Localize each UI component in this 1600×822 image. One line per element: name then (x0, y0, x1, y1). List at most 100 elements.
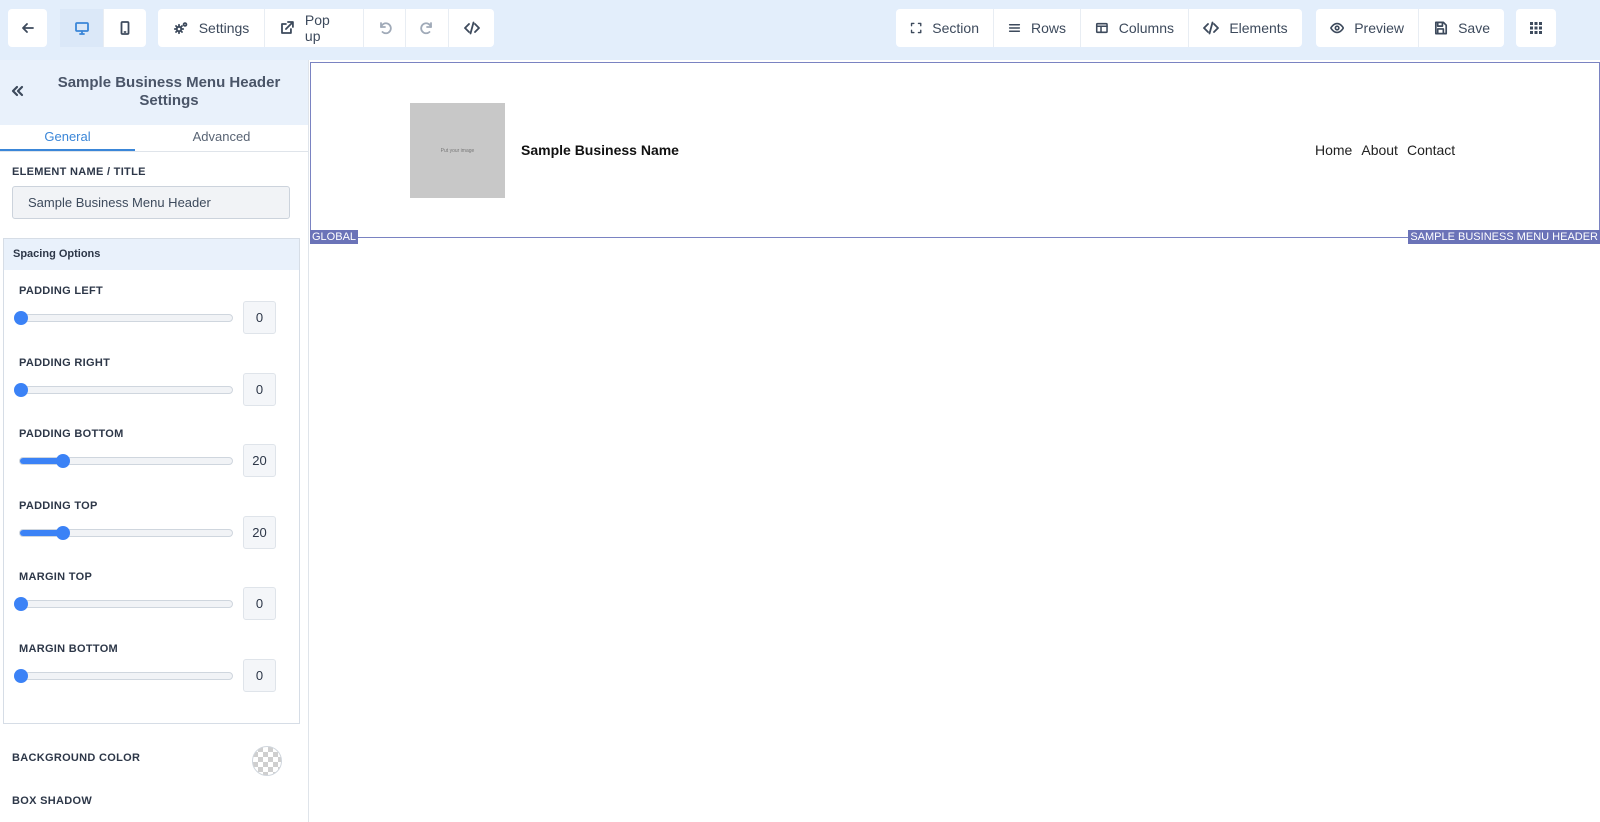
panel-tabs: General Advanced (0, 125, 308, 152)
global-tag: GLOBAL (310, 230, 359, 244)
spacing-slider[interactable] (19, 525, 233, 540)
structure-toolbar: Section Rows Columns Elements (896, 9, 1302, 47)
undo-icon (379, 22, 392, 35)
spacing-slider[interactable] (14, 597, 233, 611)
spacing-value-input[interactable]: 20 (243, 444, 276, 477)
redo-button[interactable] (406, 9, 449, 47)
arrow-left-icon (21, 23, 34, 33)
spacing-value-input[interactable]: 0 (243, 658, 276, 692)
settings-label: Settings (198, 20, 250, 36)
slider-handle[interactable] (56, 454, 70, 468)
floppy-disk-icon (1434, 21, 1448, 35)
spacing-row: PADDING RIGHT 0 (14, 356, 279, 417)
nav-item-home[interactable]: Home (1315, 142, 1352, 158)
eye-icon (1330, 22, 1345, 34)
spacing-label: MARGIN TOP (19, 571, 93, 583)
double-chevron-left-icon (11, 85, 24, 97)
spacing-row: PADDING TOP 20 (19, 500, 279, 560)
undo-button[interactable] (364, 9, 406, 47)
spacing-label: PADDING RIGHT (19, 356, 111, 369)
panel-title: Sample Business Menu Header Settings (57, 74, 281, 109)
settings-button[interactable]: Settings (158, 9, 265, 47)
element-name-tag: SAMPLE BUSINESS MENU HEADER (1408, 230, 1600, 244)
spacing-label: MARGIN BOTTOM (19, 642, 119, 655)
spacing-row: PADDING LEFT 0 (14, 285, 279, 345)
nav-item-about[interactable]: About (1361, 142, 1398, 158)
back-button-group (8, 9, 47, 47)
collapse-panel-button[interactable] (8, 82, 28, 102)
save-button[interactable]: Save (1419, 9, 1504, 47)
spacing-value-input[interactable]: 20 (243, 515, 276, 549)
spacing-label: PADDING BOTTOM (19, 428, 124, 440)
top-toolbar: Settings Pop up Section Rows Columns Ele… (0, 0, 1600, 60)
columns-icon (1095, 22, 1108, 34)
device-switcher (60, 9, 146, 47)
nav-item-contact[interactable]: Contact (1407, 142, 1455, 158)
panel-header: Sample Business Menu Header Settings (0, 60, 308, 125)
tab-general[interactable]: General (0, 125, 135, 151)
spacing-slider[interactable] (14, 311, 233, 325)
tab-advanced[interactable]: Advanced (135, 125, 308, 151)
spacing-value-input[interactable]: 0 (243, 301, 276, 334)
business-name: Sample Business Name (521, 142, 679, 158)
code-button[interactable] (449, 9, 494, 47)
nav-menu: Home About Contact (1315, 142, 1455, 158)
redo-icon (420, 22, 432, 35)
grid-icon (1530, 22, 1542, 34)
apps-grid-button[interactable] (1516, 9, 1556, 47)
logo-image-placeholder[interactable]: Put your image (410, 103, 505, 198)
spacing-slider[interactable] (19, 454, 233, 468)
spacing-row: PADDING BOTTOM 20 (19, 428, 279, 488)
box-shadow-label: BOX SHADOW (12, 795, 92, 807)
columns-label: Columns (1118, 20, 1174, 36)
slider-handle[interactable] (14, 597, 28, 611)
desktop-icon (74, 22, 89, 35)
back-button[interactable] (8, 9, 47, 47)
rows-label: Rows (1030, 20, 1066, 36)
apps-group (1516, 9, 1556, 47)
mobile-icon (120, 21, 130, 35)
spacing-slider[interactable] (14, 382, 233, 397)
slider-handle[interactable] (14, 382, 28, 397)
save-label: Save (1458, 20, 1490, 36)
preview-label: Preview (1354, 20, 1404, 36)
spacing-label: PADDING TOP (19, 499, 98, 512)
settings-panel: Sample Business Menu Header Settings Gen… (0, 60, 309, 822)
element-name-input[interactable]: Sample Business Menu Header (12, 186, 290, 219)
spacing-row: MARGIN BOTTOM 0 (14, 642, 279, 703)
code-icon (1203, 21, 1220, 35)
editor-canvas: Put your image Sample Business Name Home… (310, 60, 1600, 822)
spacing-label: PADDING LEFT (19, 285, 104, 297)
popup-label: Pop up (304, 12, 330, 44)
code-icon (463, 21, 480, 35)
slider-handle[interactable] (14, 311, 28, 325)
publish-toolbar: Preview Save (1316, 9, 1504, 47)
external-link-icon (281, 21, 294, 34)
logo-placeholder-text: Put your image (440, 147, 475, 154)
section-icon (910, 22, 922, 34)
edit-toolbar: Settings Pop up (158, 9, 494, 47)
preview-button[interactable]: Preview (1316, 9, 1419, 47)
elements-label: Elements (1229, 20, 1288, 36)
columns-button[interactable]: Columns (1081, 9, 1189, 47)
spacing-value-input[interactable]: 0 (243, 372, 276, 406)
rows-button[interactable]: Rows (994, 9, 1081, 47)
background-color-label: BACKGROUND COLOR (12, 752, 141, 764)
background-color-swatch[interactable] (252, 746, 282, 776)
desktop-view-button[interactable] (60, 9, 104, 47)
elements-button[interactable]: Elements (1189, 9, 1302, 47)
mobile-view-button[interactable] (104, 9, 146, 47)
slider-handle[interactable] (14, 668, 28, 683)
spacing-options-header[interactable]: Spacing Options (4, 239, 299, 270)
section-button[interactable]: Section (896, 9, 994, 47)
rows-icon (1008, 24, 1021, 32)
spacing-value-input[interactable]: 0 (243, 587, 276, 620)
slider-handle[interactable] (56, 525, 70, 540)
gears-icon (173, 22, 188, 35)
spacing-row: MARGIN TOP 0 (14, 571, 279, 631)
menu-header-element[interactable]: Put your image Sample Business Name Home… (310, 62, 1600, 238)
spacing-slider[interactable] (14, 668, 233, 683)
section-label: Section (932, 20, 979, 36)
popup-button[interactable]: Pop up (265, 9, 364, 47)
element-name-label: ELEMENT NAME / TITLE (12, 166, 146, 178)
